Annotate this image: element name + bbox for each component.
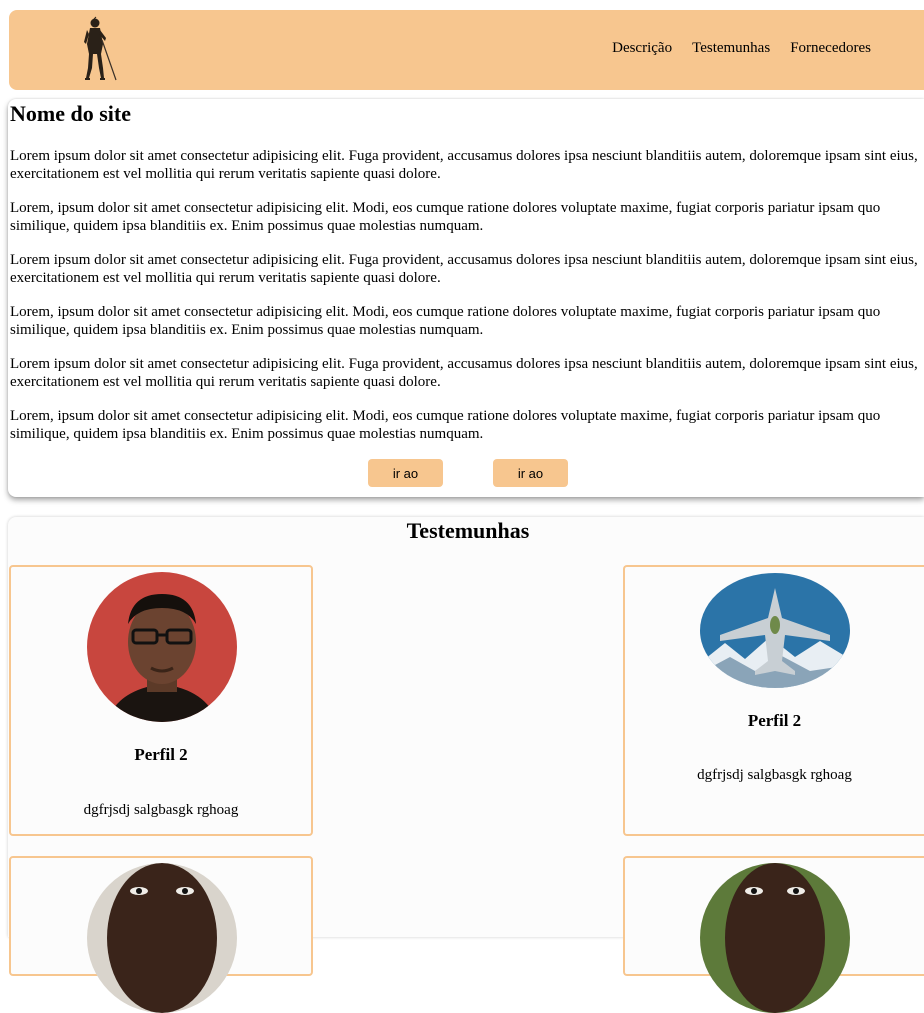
avatar — [700, 863, 850, 1013]
paragraph: Lorem ipsum dolor sit amet consectetur a… — [10, 356, 918, 390]
main-nav: Descrição Testemunhas Fornecedores — [612, 40, 871, 57]
testimonial-card — [9, 856, 313, 1013]
page-title: Nome do site — [10, 101, 131, 126]
testimonial-card: Perfil 2 dgfrjsdj salgbasgk rghoag — [9, 565, 313, 836]
nav-item-descricao[interactable]: Descrição — [612, 40, 672, 57]
card-name: Perfil 2 — [747, 711, 802, 730]
paragraph: Lorem, ipsum dolor sit amet consectetur … — [10, 408, 881, 442]
site-header: Descrição Testemunhas Fornecedores — [9, 10, 924, 90]
paragraph: Lorem, ipsum dolor sit amet consectetur … — [10, 304, 881, 338]
warrior-silhouette-icon[interactable] — [79, 16, 129, 84]
testimonials-section: Testemunhas Perfil 2 dgfrjsdj salgbasgk … — [8, 517, 924, 1013]
go-button-2[interactable]: ir ao — [493, 459, 568, 487]
testimonial-card: Perfil 2 dgfrjsdj salgbasgk rghoag — [623, 565, 924, 836]
nav-item-testemunhas[interactable]: Testemunhas — [692, 40, 770, 57]
nav-item-fornecedores[interactable]: Fornecedores — [790, 40, 871, 57]
card-description: dgfrjsdj salgbasgk rghoag — [697, 767, 852, 783]
go-button-1[interactable]: ir ao — [368, 459, 443, 487]
paragraph: Lorem, ipsum dolor sit amet consectetur … — [10, 200, 881, 234]
avatar — [87, 572, 237, 722]
avatar — [700, 573, 850, 688]
avatar — [87, 863, 237, 1013]
card-name: Perfil 2 — [134, 745, 188, 764]
paragraph: Lorem ipsum dolor sit amet consectetur a… — [10, 148, 918, 182]
paragraph: Lorem ipsum dolor sit amet consectetur a… — [10, 252, 918, 286]
section-title: Testemunhas — [406, 518, 530, 543]
card-description: dgfrjsdj salgbasgk rghoag — [83, 802, 239, 818]
intro-card: Nome do site Lorem ipsum dolor sit amet … — [8, 99, 924, 497]
testimonial-card — [623, 856, 924, 1013]
